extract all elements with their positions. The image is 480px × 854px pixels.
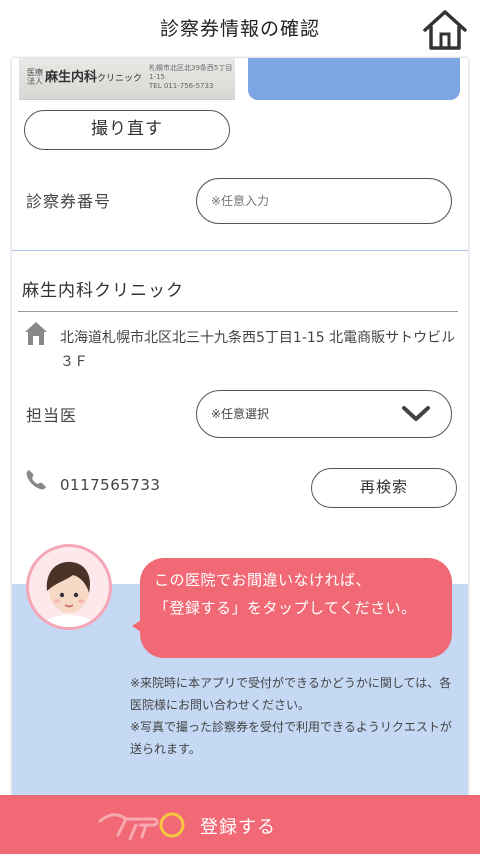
home-button[interactable] (421, 8, 469, 52)
note-2: ※写真で撮った診察券を受付で利用できるようリクエストが送られます。 (130, 720, 452, 756)
photo-address-line2: TEL 011-756-5733 (149, 82, 214, 90)
bubble-line2: 「登録する」をタップしてください。 (154, 599, 417, 617)
doctor-select-value: ※任意選択 (211, 407, 270, 421)
capture-button[interactable] (248, 58, 460, 100)
register-label: 登録する (200, 817, 276, 838)
research-button[interactable]: 再検索 (311, 468, 457, 508)
phone-icon (26, 470, 46, 490)
tap-hand-icon (98, 812, 185, 841)
photo-corp-label: 医療 法人 (27, 68, 43, 86)
doctor-label: 担当医 (26, 406, 78, 425)
photo-clinic-suffix: クリニック (97, 74, 143, 84)
photo-address-line1: 札幌市北区北39条西5丁目1-15 (149, 64, 233, 81)
section-divider (12, 250, 468, 251)
card-number-label: 診察券番号 (26, 192, 112, 211)
register-button[interactable]: 登録する (0, 795, 480, 854)
clinic-name-underline (18, 311, 458, 312)
retake-button[interactable]: 撮り直す (24, 110, 230, 150)
photo-address: 札幌市北区北39条西5丁目1-15 TEL 011-756-5733 (149, 64, 239, 91)
clinic-name: 麻生内科クリニック (22, 281, 184, 301)
photo-clinic-name: 麻生内科クリニック (45, 66, 142, 85)
header-bar: 診察券情報の確認 (0, 0, 480, 58)
guide-notes: ※来院時に本アプリで受付ができるかどうかに関しては、各医院様にお問い合わせくださ… (130, 672, 460, 760)
card-photo: 医療 法人 麻生内科クリニック 札幌市北区北39条西5丁目1-15 TEL 01… (19, 58, 235, 100)
chevron-down-icon (402, 406, 430, 421)
clinic-address: 北海道札幌市北区北三十九条西5丁目1-15 北電商販サトウビル３Ｆ (60, 330, 456, 370)
bubble-line1: この医院でお間違いなければ、 (154, 571, 372, 589)
card-number-input[interactable] (196, 178, 452, 224)
doctor-select[interactable]: ※任意選択 (196, 390, 452, 438)
home-icon (423, 10, 467, 50)
note-1: ※来院時に本アプリで受付ができるかどうかに関しては、各医院様にお問い合わせくださ… (130, 676, 452, 712)
phone-number[interactable]: 0117565733 (60, 476, 160, 494)
clinic-card: 医療 法人 麻生内科クリニック 札幌市北区北39条西5丁目1-15 TEL 01… (12, 58, 468, 795)
speech-bubble: この医院でお間違いなければ、 「登録する」をタップしてください。 (140, 558, 452, 658)
photo-clinic-name-main: 麻生内科 (45, 70, 98, 85)
nurse-avatar (26, 544, 112, 630)
page-title: 診察券情報の確認 (159, 18, 320, 40)
house-icon (25, 322, 47, 345)
